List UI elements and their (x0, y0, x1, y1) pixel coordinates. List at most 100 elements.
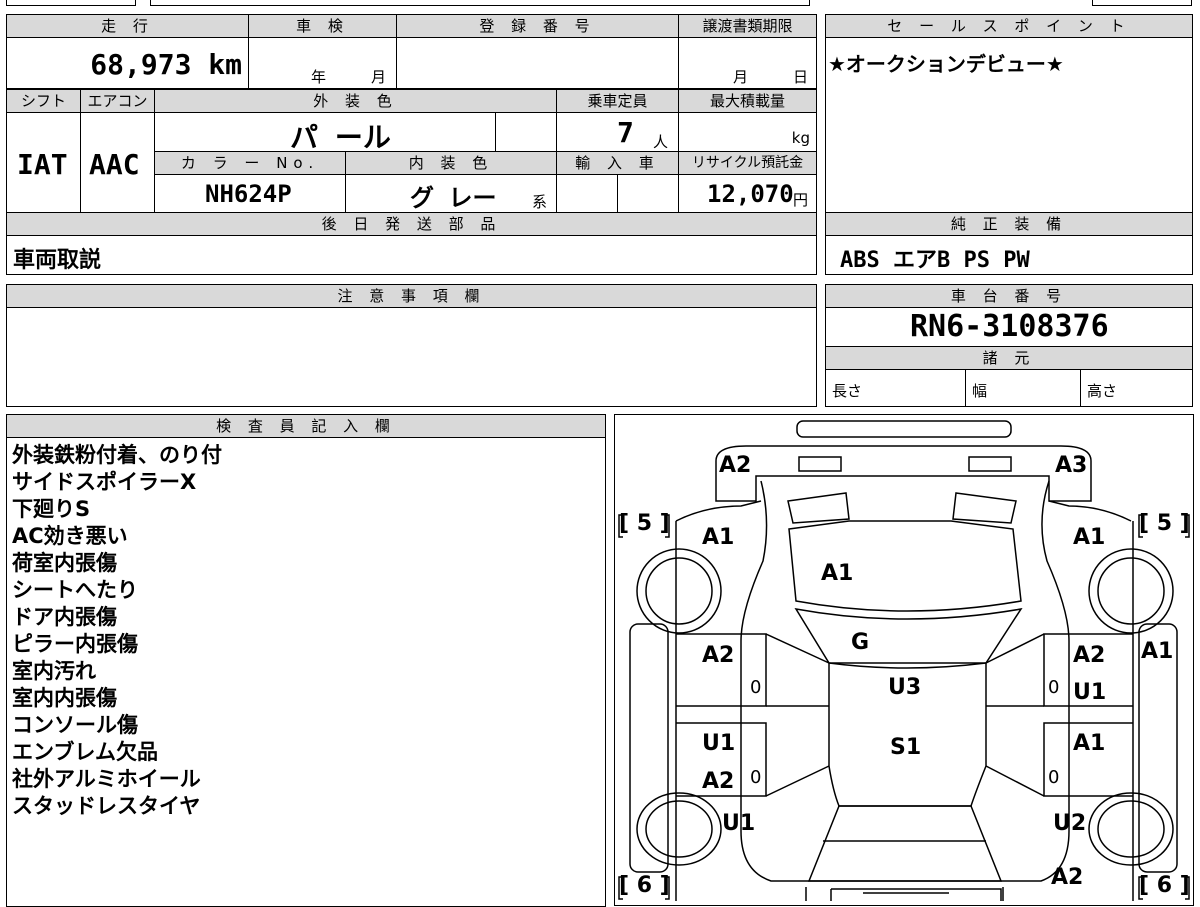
mark-a2-left-rear-door: A2 (702, 643, 735, 668)
mark-a1-right-side: A1 (1141, 639, 1174, 664)
zero-mark: 0 (1048, 767, 1060, 788)
length-cell: 長さ (825, 369, 966, 407)
capacity-header: 乗車定員 (556, 89, 679, 113)
exterior-color-cell: パ ール (154, 112, 496, 154)
height-label: 高さ (1087, 382, 1118, 400)
shift-cell: IAT (6, 112, 81, 213)
mark-a1-rear-left: A1 (702, 525, 735, 550)
mark-a1-tailgate: A1 (821, 561, 854, 586)
inspector-notes-list: 外装鉄粉付着、のり付 サイドスポイラーX 下廻りS AC効き悪い 荷室内張傷 シートへたり… (12, 442, 222, 820)
mileage-cell: 68,973 km (6, 37, 249, 89)
height-cell: 高さ (1080, 369, 1193, 407)
equipment-header: 純 正 装 備 (825, 212, 1193, 236)
interior-color-cell: グ レー 系 (345, 174, 557, 213)
mark-u1-left-front-door: U1 (702, 731, 736, 756)
inspector-cell: 外装鉄粉付着、のり付 サイドスポイラーX 下廻りS AC効き悪い 荷室内張傷 シートへたり… (6, 437, 606, 907)
tire-front-right: [ 6 ] (1139, 873, 1190, 898)
equipment-cell: ABS エアB PS PW (825, 235, 1193, 275)
exterior-color-header: 外 装 色 (154, 89, 557, 113)
max-load-cell: kg (678, 112, 817, 152)
shift-value: IAT (17, 148, 68, 181)
caution-cell (6, 307, 817, 407)
mark-u2-right-front: U2 (1053, 811, 1087, 836)
registration-header: 登 録 番 号 (396, 14, 679, 38)
inspection-month-label: 月 (371, 68, 387, 86)
inspector-note: AC効き悪い (12, 524, 128, 548)
color-no-value: NH624P (205, 180, 292, 208)
color-no-cell: NH624P (154, 174, 346, 213)
mark-a3-top-right: A3 (1055, 453, 1088, 478)
top-strip-cell (1092, 0, 1192, 6)
aircon-value: AAC (89, 148, 140, 181)
inspector-note: 社外アルミホイール (12, 767, 201, 791)
chassis-header: 車 台 番 号 (825, 284, 1193, 308)
shift-header: シフト (6, 89, 81, 113)
import-header: 輸 入 車 (556, 151, 679, 175)
mark-a2-left-front-door: A2 (702, 769, 735, 794)
chassis-cell: RN6-3108376 (825, 307, 1193, 347)
inspector-note: 室内汚れ (12, 659, 96, 683)
mark-g-glass: G (851, 630, 870, 655)
color-no-header: カ ラ ー No. (154, 151, 346, 175)
chassis-number: RN6-3108376 (910, 309, 1109, 344)
inspector-header: 検 査 員 記 入 欄 (6, 414, 606, 438)
mark-a1-rear-right: A1 (1073, 525, 1106, 550)
mark-a2-top-left: A2 (719, 453, 752, 478)
width-label: 幅 (972, 382, 988, 400)
caution-header: 注 意 事 項 欄 (6, 284, 817, 308)
sales-point-cell: ★オークションデビュー★ (825, 37, 1193, 213)
inspector-note: 荷室内張傷 (12, 551, 117, 575)
sales-point-text: ★オークションデビュー★ (828, 52, 1064, 76)
max-load-header: 最大積載量 (678, 89, 817, 113)
tire-rear-left: [ 5 ] (619, 511, 670, 536)
sales-point-header: セ ー ル ス ポ イ ン ト (825, 14, 1193, 38)
capacity-value: 7 (617, 116, 634, 149)
aircon-cell: AAC (80, 112, 155, 213)
capacity-cell: 7 人 (556, 112, 679, 152)
later-parts-value: 車両取説 (13, 248, 102, 273)
transfer-deadline-header: 譲渡書類期限 (678, 14, 817, 38)
tire-front-left: [ 6 ] (619, 873, 670, 898)
later-parts-header: 後 日 発 送 部 品 (6, 212, 817, 236)
mark-a1-right-front-door: A1 (1073, 731, 1106, 756)
deadline-month-label: 月 (733, 68, 749, 86)
interior-color-header: 内 装 色 (345, 151, 557, 175)
capacity-unit: 人 (653, 133, 669, 151)
registration-cell (396, 37, 679, 89)
inspector-note: スタッドレスタイヤ (12, 794, 201, 818)
inspection-cell: 年 月 (248, 37, 397, 89)
inspector-note: 外装鉄粉付着、のり付 (12, 443, 222, 467)
mark-u3-roof: U3 (888, 675, 922, 700)
inspection-header: 車 検 (248, 14, 397, 38)
inspector-note: サイドスポイラーX (12, 470, 197, 494)
interior-color-value: グ レー (410, 184, 497, 212)
equipment-text: ABS エアB PS PW (840, 248, 1030, 273)
exterior-color-value: パ ール (290, 121, 391, 154)
inspection-year-label: 年 (311, 68, 327, 86)
recycle-cell: 12,070 円 (678, 174, 817, 213)
deadline-day-label: 日 (793, 68, 809, 86)
aircon-header: エアコン (80, 89, 155, 113)
inspector-note: ドア内張傷 (12, 605, 117, 629)
max-load-unit: kg (791, 129, 810, 147)
import-cell-a (556, 174, 618, 213)
mark-s1-roof: S1 (890, 735, 922, 760)
mark-a2-front-right: A2 (1051, 865, 1084, 890)
top-strip-cell (6, 0, 136, 6)
damage-diagram: A2 A3 A1 A1 A1 G U3 S1 A2 A2 U1 A1 U1 A2… (614, 414, 1194, 906)
inspector-note: エンブレム欠品 (12, 740, 158, 764)
recycle-unit: 円 (793, 191, 809, 209)
tire-rear-right: [ 5 ] (1139, 511, 1190, 536)
recycle-value: 12,070 (707, 180, 794, 208)
mileage-value: 68,973 km (90, 48, 242, 81)
mileage-header: 走 行 (6, 14, 249, 38)
zero-mark: 0 (1048, 677, 1060, 698)
inspector-note: ピラー内張傷 (12, 632, 138, 656)
inspector-note: コンソール傷 (12, 713, 138, 737)
mark-u1-left-front: U1 (722, 811, 756, 836)
zero-mark: 0 (750, 767, 762, 788)
inspector-note: シートへたり (12, 578, 138, 602)
later-parts-cell: 車両取説 (6, 235, 817, 275)
import-cell-b (617, 174, 679, 213)
length-label: 長さ (832, 382, 863, 400)
